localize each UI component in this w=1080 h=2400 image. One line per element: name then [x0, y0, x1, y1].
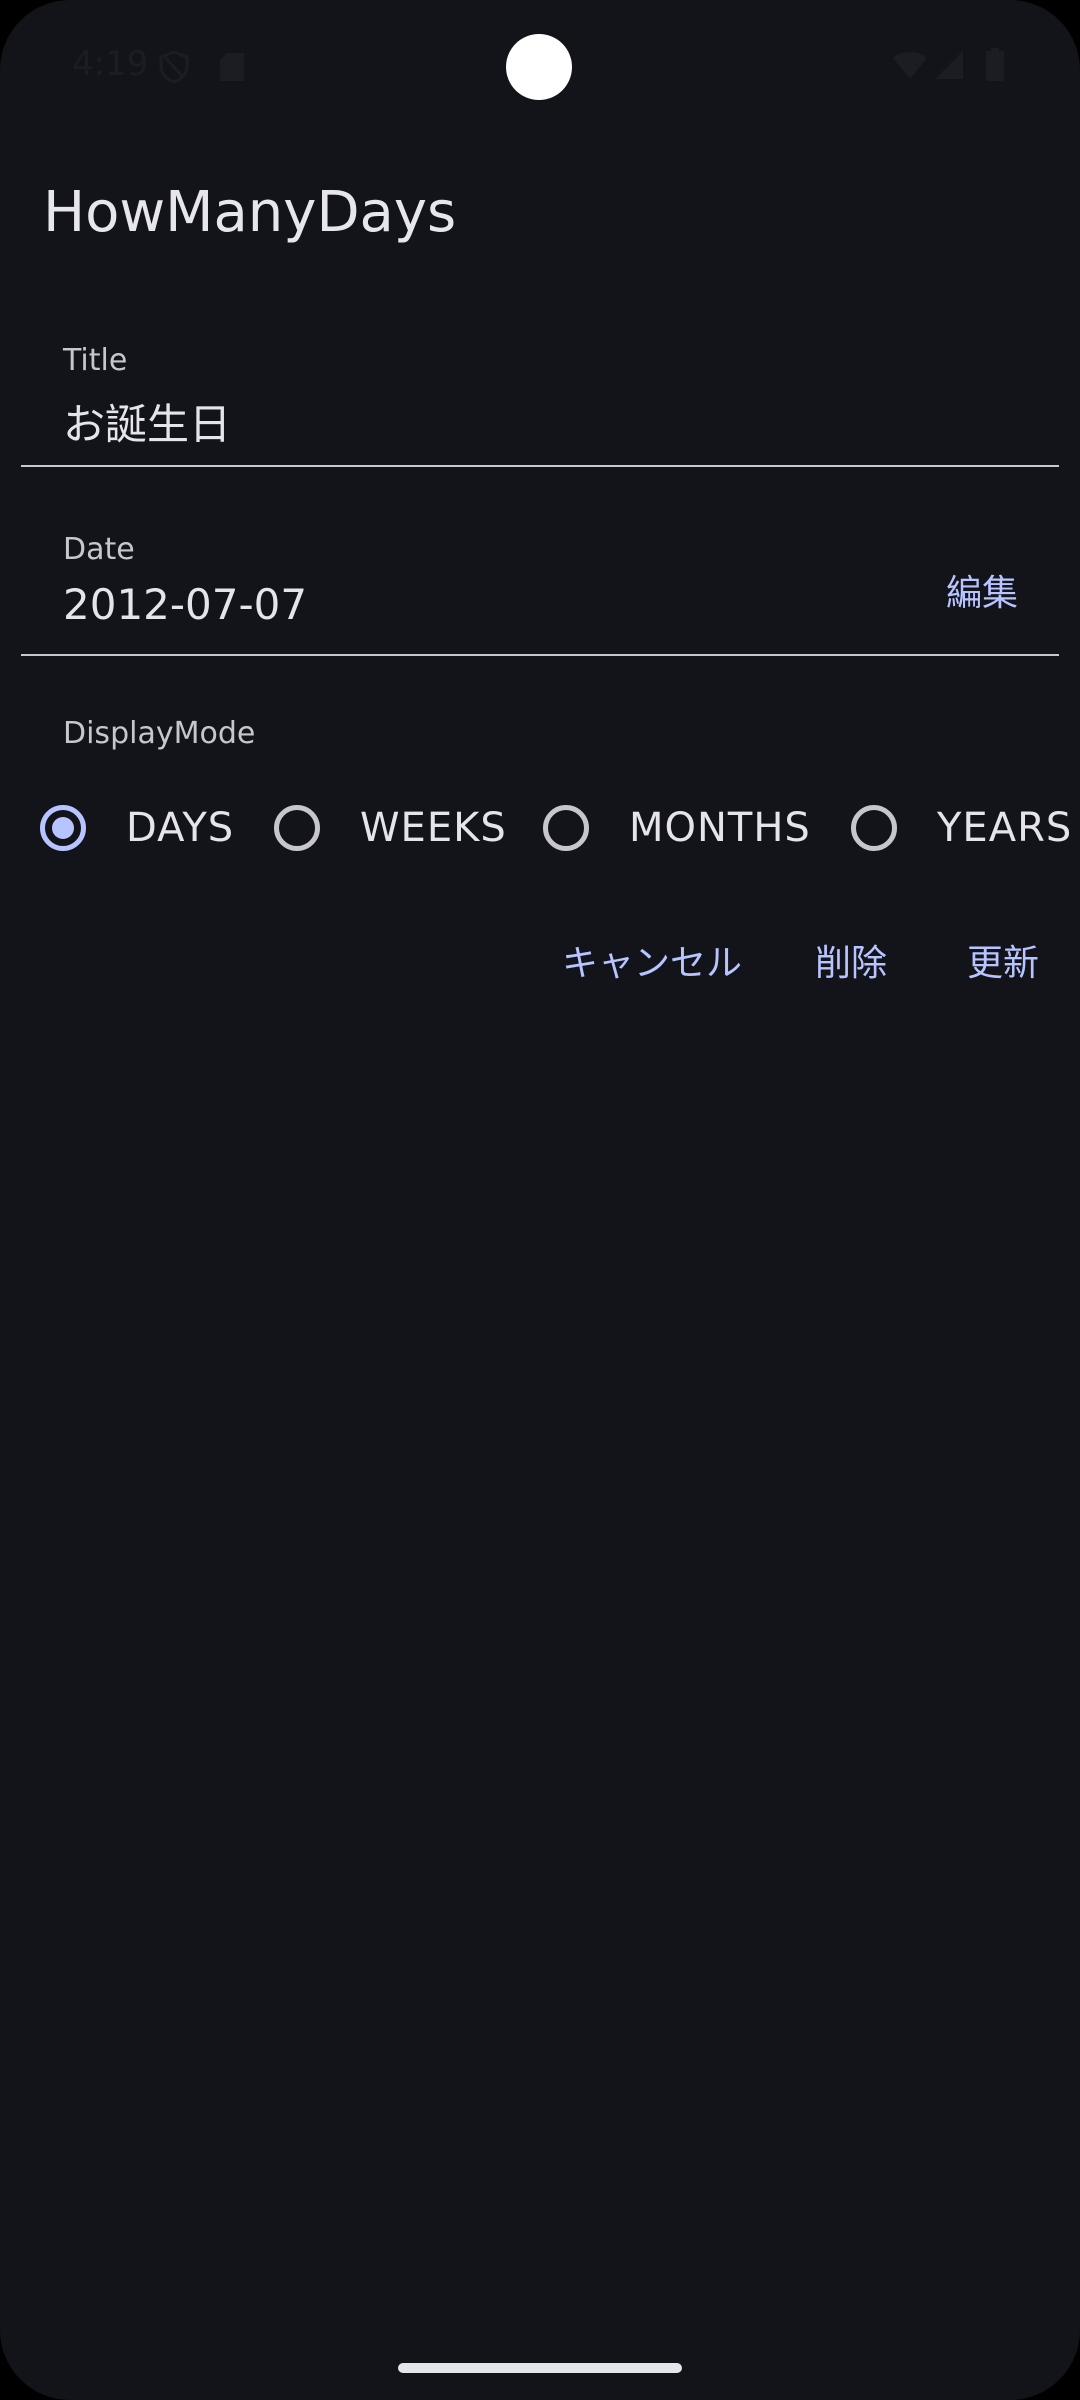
home-indicator[interactable] — [398, 2363, 682, 2373]
title-field-value: お誕生日 — [63, 400, 232, 449]
radio-days[interactable] — [40, 805, 86, 851]
radio-weeks[interactable] — [274, 805, 320, 851]
sd-card-icon — [219, 52, 245, 86]
title-field-label: Title — [63, 343, 128, 378]
date-field[interactable]: Date 2012-07-07 編集 — [21, 514, 1059, 656]
radio-years-label[interactable]: YEARS — [937, 805, 1072, 851]
shield-icon — [158, 50, 190, 88]
date-field-value: 2012-07-07 — [63, 580, 308, 629]
radio-months[interactable] — [543, 805, 589, 851]
battery-icon — [985, 48, 1005, 86]
date-field-label: Date — [63, 532, 135, 567]
app-screen: 4:19 HowManyDays Title お誕生日 Date 2012-07… — [0, 0, 1080, 2400]
status-bar: 4:19 — [0, 0, 1080, 130]
cancel-button[interactable]: キャンセル — [562, 934, 742, 986]
title-field[interactable]: Title お誕生日 — [21, 325, 1059, 467]
radio-days-label[interactable]: DAYS — [126, 805, 234, 851]
edit-date-button[interactable]: 編集 — [946, 564, 1018, 616]
camera-cutout — [506, 34, 572, 100]
wifi-icon — [892, 50, 928, 84]
update-button[interactable]: 更新 — [967, 934, 1039, 986]
radio-months-label[interactable]: MONTHS — [629, 805, 811, 851]
app-title: HowManyDays — [43, 180, 457, 245]
signal-icon — [934, 50, 964, 84]
status-time: 4:19 — [72, 44, 149, 84]
delete-button[interactable]: 削除 — [815, 934, 887, 986]
radio-years[interactable] — [851, 805, 897, 851]
display-mode-label: DisplayMode — [63, 716, 256, 751]
radio-weeks-label[interactable]: WEEKS — [360, 805, 507, 851]
